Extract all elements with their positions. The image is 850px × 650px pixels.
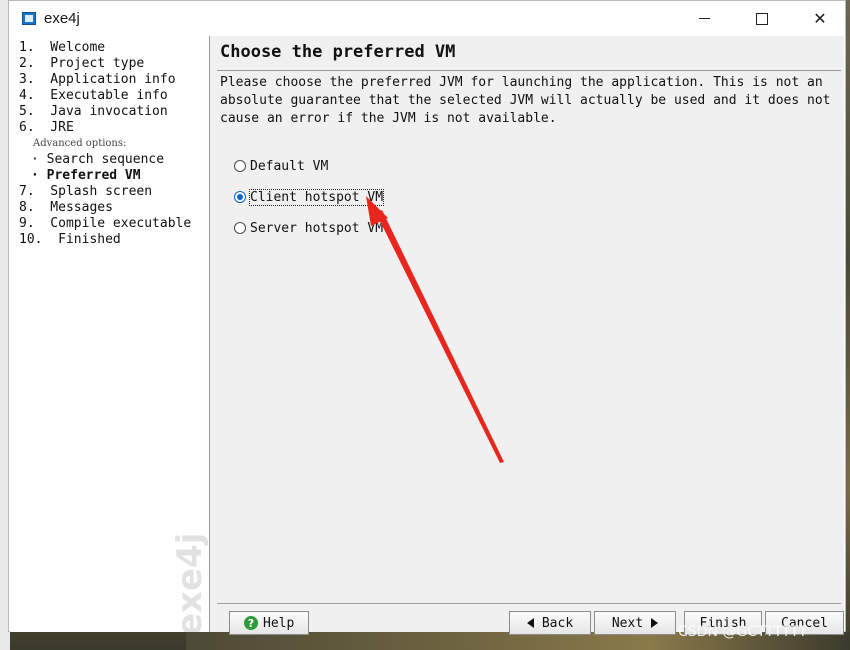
step-messages[interactable]: 8. Messages [19, 200, 191, 216]
step-welcome[interactable]: 1. Welcome [19, 40, 191, 56]
radio-server-hotspot-vm[interactable] [234, 222, 246, 234]
wizard-content-panel: Choose the preferred VM Please choose th… [210, 36, 844, 635]
step-compile-executable[interactable]: 9. Compile executable [19, 216, 191, 232]
next-arrow-icon [651, 618, 659, 628]
step-preferred-vm-label: Preferred VM [46, 168, 141, 183]
exe4j-watermark: exe4j [170, 532, 210, 632]
step-preferred-vm[interactable]: · Preferred VM [19, 168, 191, 184]
wizard-steps-list: 1. Welcome 2. Project type 3. Applicatio… [19, 40, 191, 248]
button-bar-divider [217, 603, 841, 604]
option-default-vm[interactable]: Default VM [234, 157, 328, 175]
minimize-button[interactable] [675, 1, 733, 36]
radio-default-vm[interactable] [234, 160, 246, 172]
step-jre[interactable]: 6. JRE [19, 120, 191, 136]
help-icon: ? [244, 616, 258, 630]
wizard-steps-panel: 1. Welcome 2. Project type 3. Applicatio… [10, 36, 210, 632]
option-client-hotspot-vm[interactable]: Client hotspot VM [234, 188, 385, 206]
exe4j-window: exe4j ✕ 1. Welcome 2. Project type 3. Ap… [8, 0, 846, 635]
page-title: Choose the preferred VM [220, 42, 456, 62]
option-client-hotspot-vm-label: Client hotspot VM [248, 188, 385, 206]
window-title: exe4j [44, 10, 80, 27]
step-executable-info[interactable]: 4. Executable info [19, 88, 191, 104]
minimize-icon [698, 18, 710, 19]
exe4j-app-icon[interactable] [22, 12, 36, 25]
back-button[interactable]: Back [509, 611, 591, 635]
next-button-label: Next [611, 615, 644, 631]
close-icon: ✕ [813, 9, 827, 28]
option-server-hotspot-vm[interactable]: Server hotspot VM [234, 219, 383, 237]
back-button-label: Back [541, 615, 574, 631]
step-java-invocation[interactable]: 5. Java invocation [19, 104, 191, 120]
step-finished[interactable]: 10. Finished [19, 232, 191, 248]
maximize-icon [756, 12, 768, 25]
advanced-options-label: Advanced options: [33, 138, 127, 149]
next-button[interactable]: Next [594, 611, 676, 635]
step-application-info[interactable]: 3. Application info [19, 72, 191, 88]
step-search-sequence[interactable]: · Search sequence [19, 152, 191, 168]
option-server-hotspot-vm-label: Server hotspot VM [250, 220, 384, 236]
back-arrow-icon [526, 618, 534, 628]
radio-client-hotspot-vm[interactable] [234, 191, 246, 203]
help-button[interactable]: ? Help [229, 611, 309, 635]
maximize-button[interactable] [733, 1, 791, 36]
page-description: Please choose the preferred JVM for laun… [220, 75, 831, 126]
title-bar[interactable]: exe4j ✕ [9, 1, 845, 36]
close-button[interactable]: ✕ [791, 1, 849, 36]
title-divider [217, 70, 841, 71]
help-button-label: Help [263, 615, 295, 631]
step-project-type[interactable]: 2. Project type [19, 56, 191, 72]
step-splash-screen[interactable]: 7. Splash screen [19, 184, 191, 200]
csdn-watermark: CSDN @GCTTTTTT [678, 624, 808, 640]
option-default-vm-label: Default VM [250, 158, 329, 174]
step-search-sequence-label: Search sequence [46, 152, 165, 167]
